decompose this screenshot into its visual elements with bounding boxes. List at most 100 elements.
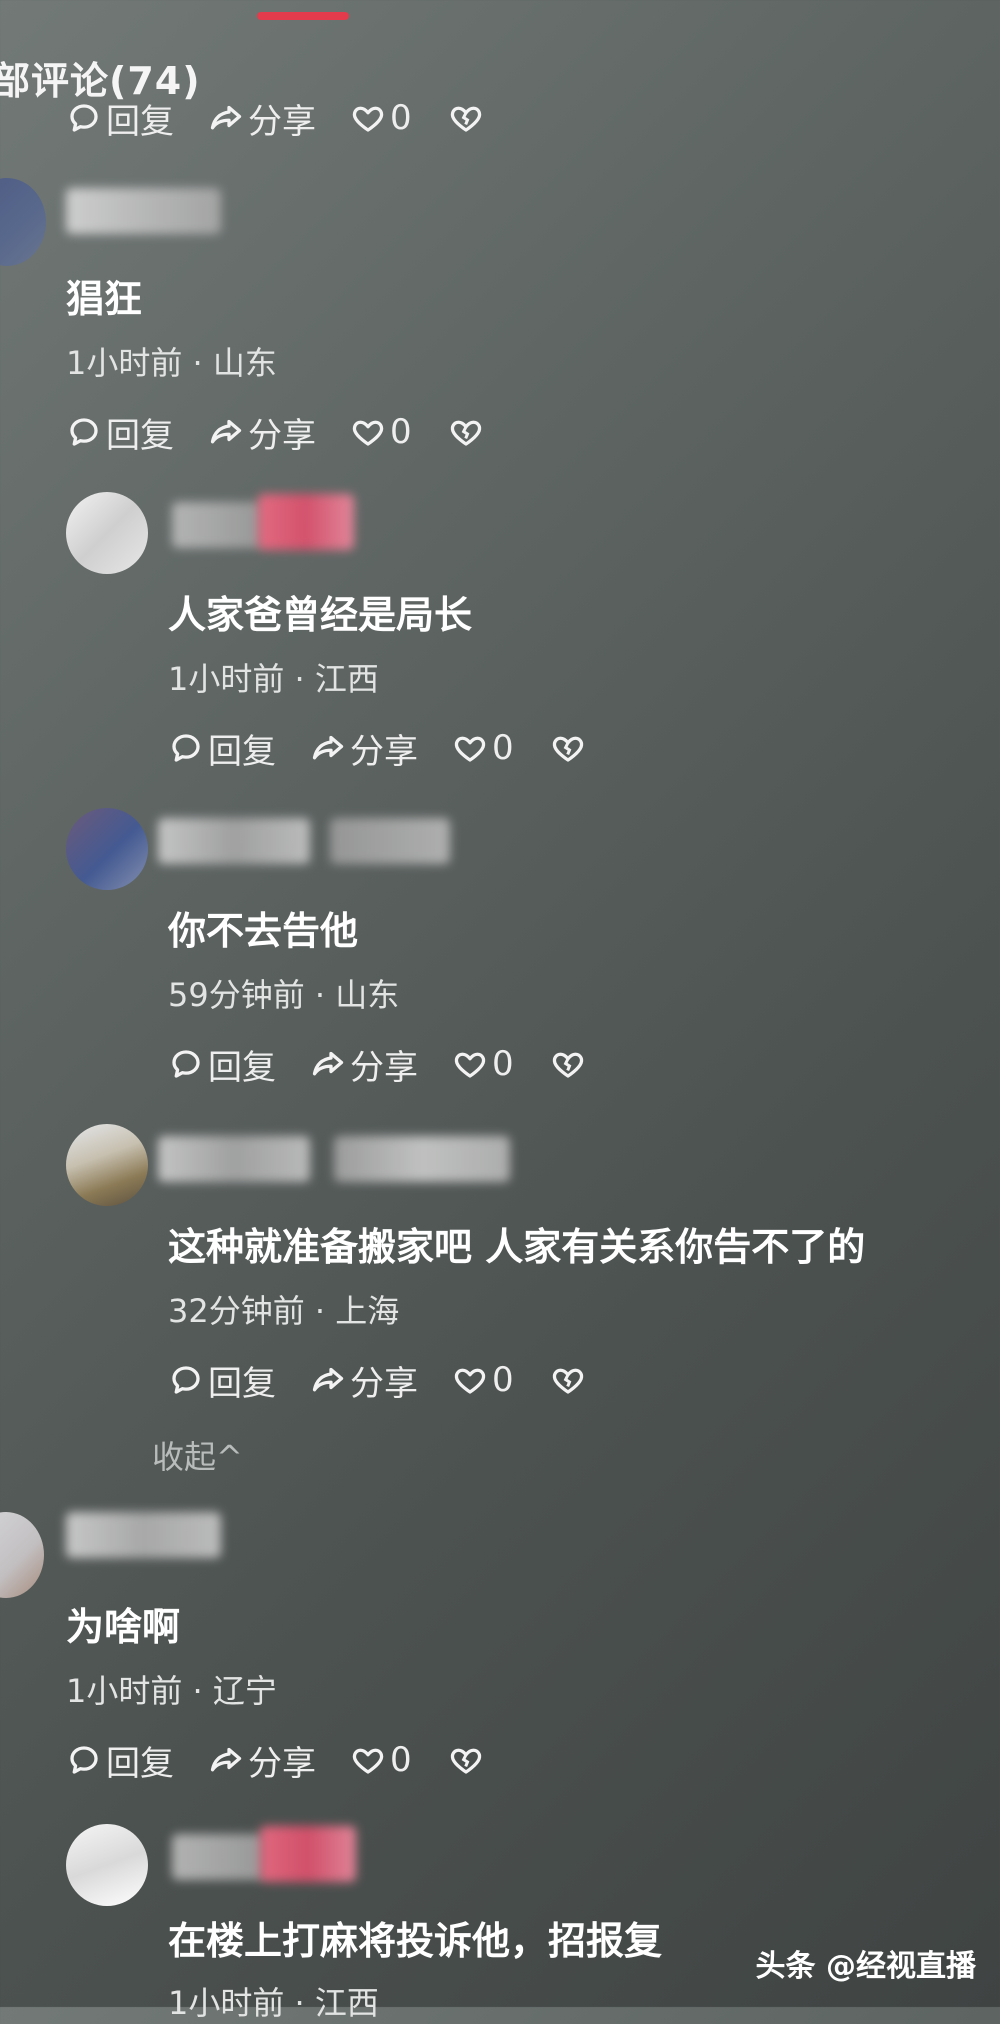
comment-time: 1小时前 (66, 344, 183, 382)
action-row: 回复 分享 0 (168, 1356, 590, 1405)
comment-bubble-icon (70, 104, 98, 132)
comment-time: 1小时前 (66, 1672, 183, 1710)
share-label: 分享 (248, 1743, 316, 1784)
action-row: 回复 分享 0 (168, 1040, 590, 1089)
share-label: 分享 (248, 101, 316, 142)
reply-label: 回复 (106, 1743, 174, 1784)
heart-icon (454, 736, 486, 762)
share-button[interactable]: 分享 (208, 94, 316, 143)
reply-label: 回复 (208, 1363, 276, 1404)
heart-icon (454, 1052, 486, 1078)
share-button[interactable]: 分享 (208, 408, 316, 457)
dislike-button[interactable] (550, 730, 590, 766)
like-count: 0 (492, 728, 514, 768)
dislike-button[interactable] (448, 1742, 488, 1778)
like-button[interactable]: 0 (350, 98, 412, 138)
reply-button[interactable]: 回复 (168, 1356, 276, 1405)
like-count: 0 (390, 412, 412, 452)
meta-separator: · (192, 344, 213, 382)
share-button[interactable]: 分享 (310, 724, 418, 773)
username[interactable] (172, 1834, 264, 1880)
reply-button[interactable]: 回复 (168, 724, 276, 773)
comment-time: 32分钟前 (168, 1292, 305, 1330)
action-row: 回复 分享 0 (66, 94, 488, 143)
broken-heart-icon (450, 420, 481, 446)
username-extra (330, 818, 450, 864)
active-tab-indicator (257, 12, 349, 20)
reply-label: 回复 (208, 731, 276, 772)
comment-location: 辽宁 (212, 1672, 277, 1710)
dislike-button[interactable] (550, 1046, 590, 1082)
dislike-button[interactable] (448, 100, 488, 136)
broken-heart-icon (450, 1748, 481, 1774)
reply-button[interactable]: 回复 (66, 408, 174, 457)
broken-heart-icon (552, 1052, 583, 1078)
heart-icon (352, 420, 384, 446)
comment-text: 你不去告他 (168, 909, 359, 953)
user-badge (260, 1826, 356, 1882)
username[interactable] (158, 1136, 310, 1182)
comment-text: 这种就准备搬家吧 人家有关系你告不了的 (168, 1225, 866, 1269)
share-button[interactable]: 分享 (310, 1356, 418, 1405)
meta-separator: · (314, 1292, 336, 1330)
comment-bubble-icon (172, 1366, 200, 1394)
meta-separator: · (294, 1984, 315, 2022)
username[interactable] (66, 1512, 221, 1558)
like-count: 0 (492, 1044, 514, 1084)
avatar[interactable] (66, 1824, 148, 1906)
comment-bubble-icon (172, 1050, 200, 1078)
reply-label: 回复 (208, 1047, 276, 1088)
like-button[interactable]: 0 (452, 728, 514, 768)
collapse-replies-button[interactable]: 收起^ (152, 1432, 243, 1478)
avatar[interactable] (0, 1512, 44, 1598)
username[interactable] (66, 188, 221, 234)
comment-location: 上海 (335, 1292, 400, 1330)
share-arrow-icon (312, 735, 344, 760)
comment-location: 山东 (212, 344, 277, 382)
comment-text: 猖狂 (66, 277, 143, 321)
watermark: 头条 @经视直播 (755, 1949, 976, 1984)
share-label: 分享 (248, 415, 316, 456)
comment-time: 1小时前 (168, 1984, 285, 2022)
action-row: 回复 分享 0 (66, 1736, 488, 1785)
like-button[interactable]: 0 (350, 412, 412, 452)
broken-heart-icon (552, 1368, 583, 1394)
avatar[interactable] (66, 1124, 148, 1206)
avatar[interactable] (66, 808, 148, 890)
like-count: 0 (390, 98, 412, 138)
comment-meta: 32分钟前 · 上海 (168, 1286, 399, 1332)
comment-meta: 1小时前 · 辽宁 (66, 1666, 277, 1712)
meta-separator: · (314, 976, 336, 1014)
comment-time: 59分钟前 (168, 976, 305, 1014)
share-button[interactable]: 分享 (208, 1736, 316, 1785)
avatar[interactable] (66, 492, 148, 574)
like-button[interactable]: 0 (452, 1044, 514, 1084)
avatar[interactable] (0, 178, 46, 266)
comment-location: 江西 (314, 1984, 379, 2022)
dislike-button[interactable] (448, 414, 488, 450)
username[interactable] (172, 502, 262, 548)
dislike-button[interactable] (550, 1362, 590, 1398)
reply-button[interactable]: 回复 (168, 1040, 276, 1089)
username[interactable] (158, 818, 310, 864)
comment-bubble-icon (172, 734, 200, 762)
comment-meta: 1小时前 · 山东 (66, 338, 277, 384)
comment-bubble-icon (70, 1746, 98, 1774)
comment-meta: 1小时前 · 江西 (168, 654, 379, 700)
heart-icon (352, 106, 384, 132)
reply-button[interactable]: 回复 (66, 1736, 174, 1785)
share-button[interactable]: 分享 (310, 1040, 418, 1089)
share-label: 分享 (350, 731, 418, 772)
comment-meta: 1小时前 · 江西 (168, 1978, 379, 2024)
like-button[interactable]: 0 (452, 1360, 514, 1400)
comment-meta: 59分钟前 · 山东 (168, 970, 399, 1016)
reply-button[interactable]: 回复 (66, 94, 174, 143)
user-badge (258, 494, 354, 550)
like-button[interactable]: 0 (350, 1740, 412, 1780)
share-label: 分享 (350, 1047, 418, 1088)
action-row: 回复 分享 0 (168, 724, 590, 773)
comment-location: 江西 (314, 660, 379, 698)
like-count: 0 (492, 1360, 514, 1400)
heart-icon (454, 1368, 486, 1394)
comment-text: 为啥啊 (66, 1605, 181, 1649)
